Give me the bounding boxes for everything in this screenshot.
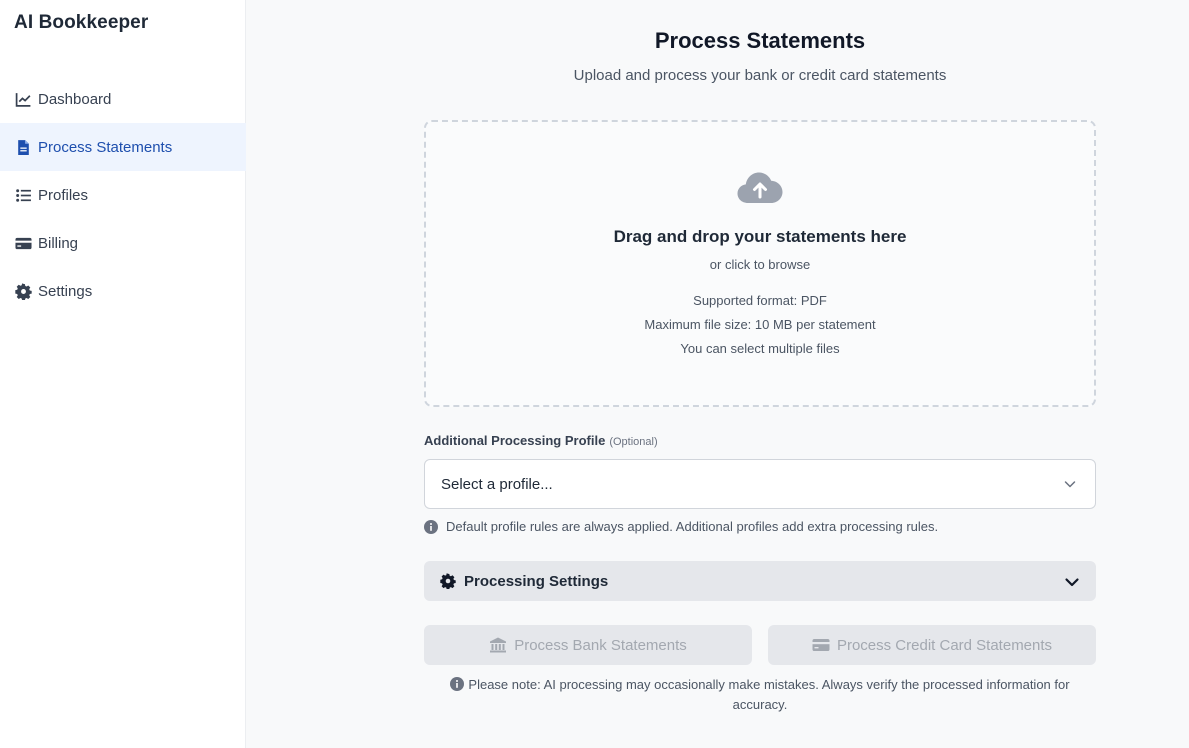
- info-icon: [424, 519, 438, 534]
- sidebar: AI Bookkeeper Dashboard Process Statemen…: [0, 0, 246, 748]
- sidebar-item-label: Settings: [38, 282, 93, 300]
- profile-select[interactable]: Select a profile...: [424, 459, 1096, 509]
- supported-format-text: Supported format: PDF: [693, 293, 827, 308]
- main-content: Process Statements Upload and process yo…: [246, 0, 1189, 748]
- gear-icon: [440, 573, 456, 589]
- profile-hint-text: Default profile rules are always applied…: [446, 519, 939, 534]
- page-subtitle: Upload and process your bank or credit c…: [573, 67, 947, 84]
- sidebar-nav: Dashboard Process Statements Profiles Bi…: [0, 75, 246, 315]
- cloud-upload-icon: [737, 172, 783, 203]
- gear-icon: [14, 282, 32, 300]
- process-credit-card-label: Process Credit Card Statements: [836, 636, 1053, 654]
- upload-dropzone[interactable]: Drag and drop your statements here or cl…: [424, 120, 1096, 407]
- credit-card-icon: [14, 234, 32, 252]
- bank-icon: [490, 637, 507, 653]
- chart-line-icon: [14, 90, 32, 108]
- chevron-down-icon: [1065, 578, 1079, 587]
- app-title: AI Bookkeeper: [14, 12, 149, 33]
- sidebar-item-label: Process Statements: [38, 138, 173, 156]
- optional-tag: (Optional): [609, 436, 658, 448]
- multiple-files-text: You can select multiple files: [680, 341, 840, 356]
- document-icon: [14, 138, 32, 156]
- info-icon: [450, 677, 465, 691]
- ai-disclaimer-note: Please note: AI processing may occasiona…: [424, 675, 1096, 715]
- max-file-size-text: Maximum file size: 10 MB per statement: [644, 317, 876, 332]
- ai-disclaimer-text: Please note: AI processing may occasiona…: [468, 677, 1070, 712]
- sidebar-item-profiles[interactable]: Profiles: [0, 171, 246, 219]
- page-title: Process Statements: [654, 28, 866, 53]
- process-bank-statements-button[interactable]: Process Bank Statements: [424, 625, 752, 665]
- process-credit-card-statements-button[interactable]: Process Credit Card Statements: [768, 625, 1096, 665]
- sidebar-item-label: Billing: [38, 234, 79, 252]
- sidebar-item-label: Profiles: [38, 186, 89, 204]
- credit-card-icon: [812, 639, 830, 651]
- profile-hint: Default profile rules are always applied…: [424, 519, 938, 534]
- profile-select-value: Select a profile...: [441, 475, 553, 493]
- list-icon: [14, 186, 32, 204]
- processing-settings-toggle[interactable]: Processing Settings: [424, 561, 1096, 601]
- chevron-down-icon: [1064, 481, 1076, 488]
- processing-settings-label: Processing Settings: [464, 572, 609, 590]
- dropzone-browse-text: or click to browse: [709, 257, 811, 272]
- sidebar-item-dashboard[interactable]: Dashboard: [0, 75, 246, 123]
- profile-field-label: Additional Processing Profile (Optional): [424, 433, 658, 448]
- process-bank-label: Process Bank Statements: [514, 636, 687, 654]
- dropzone-title: Drag and drop your statements here: [613, 227, 907, 246]
- sidebar-item-settings[interactable]: Settings: [0, 267, 246, 315]
- sidebar-item-billing[interactable]: Billing: [0, 219, 246, 267]
- sidebar-item-label: Dashboard: [38, 90, 112, 108]
- sidebar-item-process-statements[interactable]: Process Statements: [0, 123, 246, 171]
- profile-label-text: Additional Processing Profile: [424, 433, 606, 448]
